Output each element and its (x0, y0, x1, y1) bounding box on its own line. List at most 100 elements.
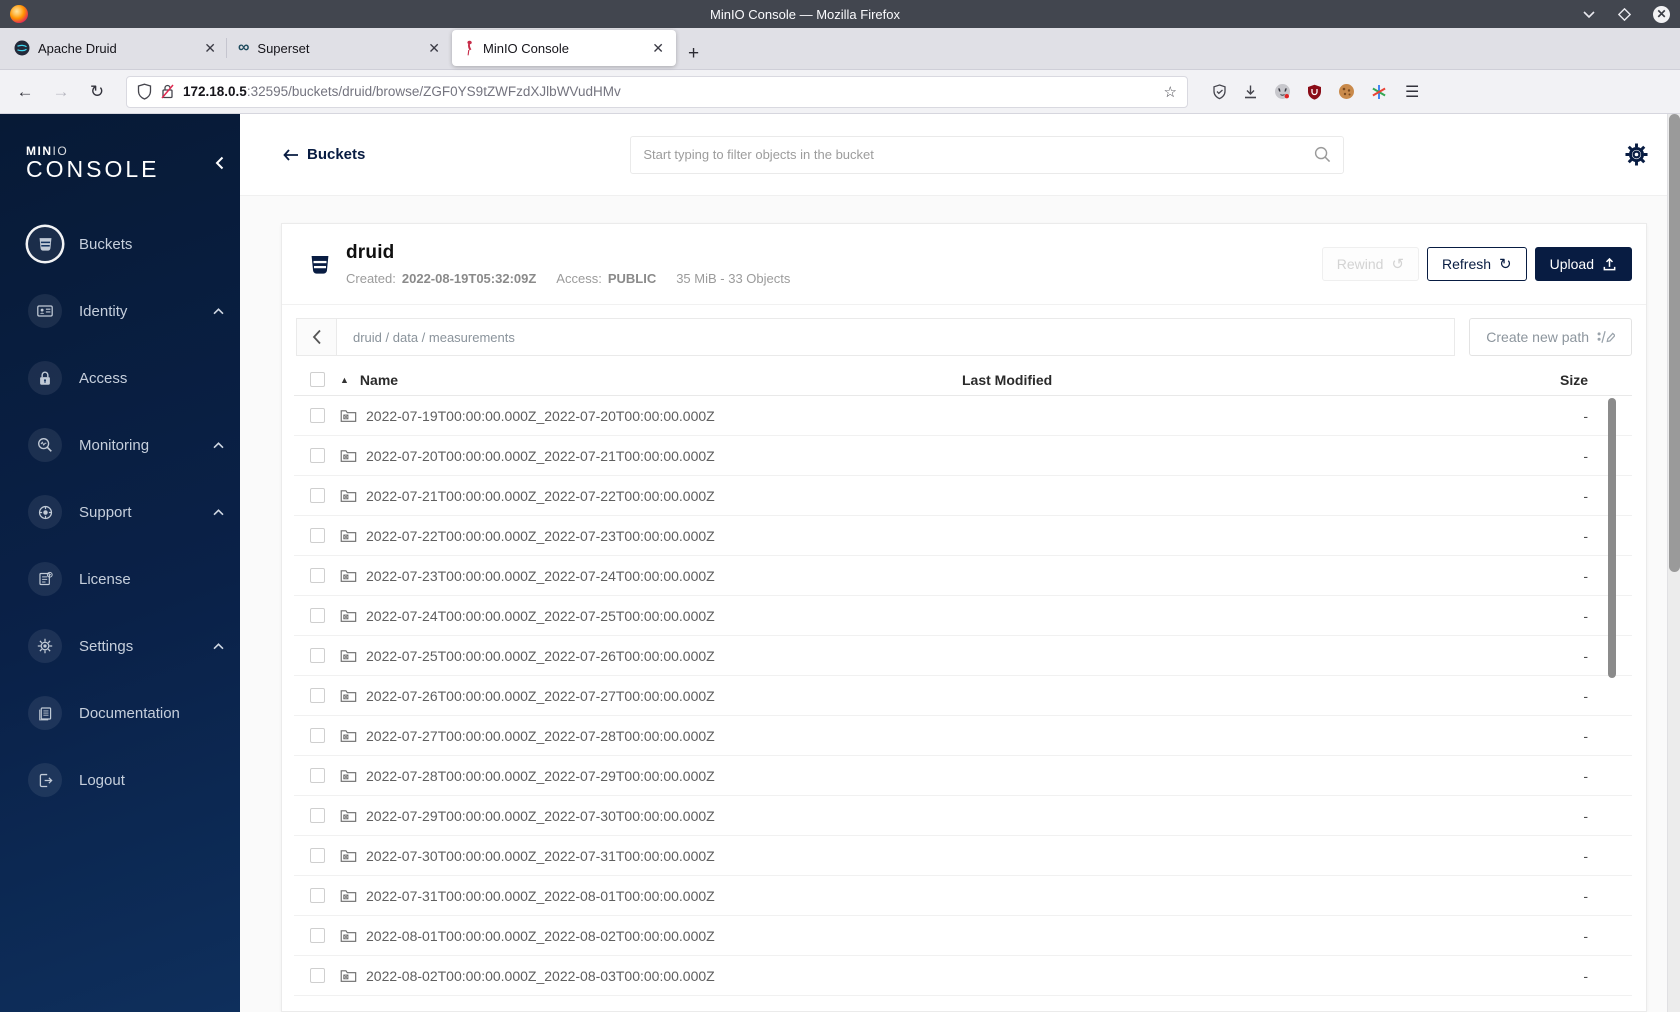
table-row[interactable]: 2022-07-20T00:00:00.000Z_2022-07-21T00:0… (294, 436, 1632, 476)
create-new-path-button[interactable]: Create new path (1469, 318, 1632, 356)
table-row[interactable]: 2022-07-27T00:00:00.000Z_2022-07-28T00:0… (294, 716, 1632, 756)
table-row[interactable]: 2022-08-02T00:00:00.000Z_2022-08-03T00:0… (294, 956, 1632, 996)
new-tab-button[interactable]: + (676, 43, 711, 69)
path-back-button[interactable] (296, 318, 336, 356)
extension-asterisk-icon[interactable] (1371, 84, 1387, 100)
row-checkbox[interactable] (309, 528, 325, 543)
refresh-button[interactable]: Refresh ↻ (1427, 247, 1527, 281)
chevron-up-icon[interactable] (213, 642, 224, 650)
sidebar-item-access[interactable]: Access (28, 361, 224, 395)
window-close-button[interactable]: ✕ (1653, 5, 1670, 23)
object-name[interactable]: 2022-07-29T00:00:00.000Z_2022-07-30T00:0… (366, 808, 715, 824)
search-input[interactable] (643, 147, 1315, 162)
table-scrollbar-thumb[interactable] (1608, 398, 1616, 678)
object-name[interactable]: 2022-07-25T00:00:00.000Z_2022-07-26T00:0… (366, 648, 715, 664)
table-row[interactable]: 2022-07-31T00:00:00.000Z_2022-08-01T00:0… (294, 876, 1632, 916)
object-name[interactable]: 2022-07-24T00:00:00.000Z_2022-07-25T00:0… (366, 608, 715, 624)
sidebar-item-logout[interactable]: Logout (28, 763, 224, 797)
downloads-icon[interactable] (1243, 84, 1258, 100)
name-column-header[interactable]: ▲ Name (340, 372, 962, 388)
row-checkbox[interactable] (309, 488, 325, 503)
object-name[interactable]: 2022-07-22T00:00:00.000Z_2022-07-23T00:0… (366, 528, 715, 544)
select-all-checkbox[interactable] (309, 372, 325, 387)
row-checkbox[interactable] (309, 568, 325, 583)
object-name[interactable]: 2022-07-30T00:00:00.000Z_2022-07-31T00:0… (366, 848, 715, 864)
table-row[interactable]: 2022-07-21T00:00:00.000Z_2022-07-22T00:0… (294, 476, 1632, 516)
url-bar[interactable]: 172.18.0.5:32595/buckets/druid/browse/ZG… (126, 75, 1188, 108)
row-checkbox[interactable] (309, 808, 325, 823)
upload-button[interactable]: Upload (1534, 247, 1632, 281)
row-checkbox[interactable] (309, 408, 325, 423)
sidebar-item-settings[interactable]: Settings (28, 629, 224, 663)
page-scrollbar-thumb[interactable] (1669, 114, 1680, 572)
object-filter-search[interactable] (630, 135, 1345, 174)
breadcrumb[interactable]: druid / data / measurements (336, 318, 1456, 356)
tab-close-icon[interactable]: ✕ (650, 40, 666, 57)
object-name[interactable]: 2022-07-21T00:00:00.000Z_2022-07-22T00:0… (366, 488, 715, 504)
size-column-header[interactable]: Size (1482, 372, 1632, 388)
settings-gear-icon[interactable] (1623, 141, 1650, 168)
bookmark-star-icon[interactable]: ☆ (1164, 83, 1177, 101)
object-name[interactable]: 2022-08-02T00:00:00.000Z_2022-08-03T00:0… (366, 968, 715, 984)
sidebar-item-identity[interactable]: Identity (28, 294, 224, 328)
row-checkbox[interactable] (309, 688, 325, 703)
table-row[interactable]: 2022-07-29T00:00:00.000Z_2022-07-30T00:0… (294, 796, 1632, 836)
reload-button[interactable]: ↻ (82, 82, 112, 102)
object-name[interactable]: 2022-08-01T00:00:00.000Z_2022-08-02T00:0… (366, 928, 715, 944)
table-row[interactable]: 2022-08-01T00:00:00.000Z_2022-08-02T00:0… (294, 916, 1632, 956)
insecure-lock-icon[interactable] (160, 83, 175, 100)
table-row[interactable]: 2022-07-30T00:00:00.000Z_2022-07-31T00:0… (294, 836, 1632, 876)
table-row[interactable]: 2022-07-24T00:00:00.000Z_2022-07-25T00:0… (294, 596, 1632, 636)
row-checkbox[interactable] (309, 928, 325, 943)
table-row[interactable]: 2022-07-26T00:00:00.000Z_2022-07-27T00:0… (294, 676, 1632, 716)
cookie-icon[interactable] (1338, 83, 1355, 100)
table-row[interactable]: 2022-07-22T00:00:00.000Z_2022-07-23T00:0… (294, 516, 1632, 556)
object-name[interactable]: 2022-07-27T00:00:00.000Z_2022-07-28T00:0… (366, 728, 715, 744)
rewind-button[interactable]: Rewind ↺ (1321, 247, 1420, 281)
sidebar-item-monitoring[interactable]: Monitoring (28, 428, 224, 462)
row-checkbox[interactable] (309, 728, 325, 743)
row-checkbox[interactable] (309, 968, 325, 983)
sidebar-item-license[interactable]: License (28, 562, 224, 596)
object-name[interactable]: 2022-07-23T00:00:00.000Z_2022-07-24T00:0… (366, 568, 715, 584)
url-text[interactable]: 172.18.0.5:32595/buckets/druid/browse/ZG… (183, 84, 1156, 99)
table-row[interactable]: 2022-07-28T00:00:00.000Z_2022-07-29T00:0… (294, 756, 1632, 796)
row-checkbox[interactable] (309, 848, 325, 863)
chevron-up-icon[interactable] (213, 307, 224, 315)
tab-close-icon[interactable]: ✕ (202, 40, 218, 57)
tab-close-icon[interactable]: ✕ (426, 40, 442, 57)
table-scrollbar[interactable] (1608, 398, 1616, 1011)
window-minimize-button[interactable] (1582, 9, 1596, 19)
object-name[interactable]: 2022-07-26T00:00:00.000Z_2022-07-27T00:0… (366, 688, 715, 704)
window-maximize-button[interactable] (1618, 7, 1631, 21)
chevron-up-icon[interactable] (213, 508, 224, 516)
row-checkbox[interactable] (309, 608, 325, 623)
menu-hamburger-icon[interactable]: ☰ (1405, 82, 1419, 102)
last-modified-column-header[interactable]: Last Modified (962, 372, 1482, 388)
tab-superset[interactable]: ∞ Superset ✕ (226, 30, 452, 66)
sidebar-collapse-icon[interactable] (215, 156, 224, 170)
chevron-up-icon[interactable] (213, 441, 224, 449)
back-to-buckets-link[interactable]: Buckets (283, 146, 365, 163)
table-row[interactable]: 2022-07-19T00:00:00.000Z_2022-07-20T00:0… (294, 396, 1632, 436)
row-checkbox[interactable] (309, 768, 325, 783)
object-name[interactable]: 2022-07-28T00:00:00.000Z_2022-07-29T00:0… (366, 768, 715, 784)
row-checkbox[interactable] (309, 648, 325, 663)
sidebar-item-buckets[interactable]: Buckets (28, 227, 224, 261)
ublock-icon[interactable] (1307, 84, 1322, 100)
table-row[interactable]: 2022-07-25T00:00:00.000Z_2022-07-26T00:0… (294, 636, 1632, 676)
row-checkbox[interactable] (309, 448, 325, 463)
shield-permissions-icon[interactable] (137, 83, 152, 100)
table-row[interactable]: 2022-07-23T00:00:00.000Z_2022-07-24T00:0… (294, 556, 1632, 596)
forward-button[interactable]: → (46, 82, 76, 102)
back-button[interactable]: ← (10, 82, 40, 102)
tab-minio-console[interactable]: MinIO Console ✕ (452, 30, 676, 66)
object-name[interactable]: 2022-07-20T00:00:00.000Z_2022-07-21T00:0… (366, 448, 715, 464)
sidebar-item-support[interactable]: Support (28, 495, 224, 529)
sidebar-item-documentation[interactable]: Documentation (28, 696, 224, 730)
page-scrollbar[interactable] (1667, 114, 1680, 1012)
object-name[interactable]: 2022-07-19T00:00:00.000Z_2022-07-20T00:0… (366, 408, 715, 424)
row-checkbox[interactable] (309, 888, 325, 903)
protections-shield-icon[interactable] (1212, 83, 1227, 100)
tab-apache-druid[interactable]: Apache Druid ✕ (4, 30, 228, 66)
